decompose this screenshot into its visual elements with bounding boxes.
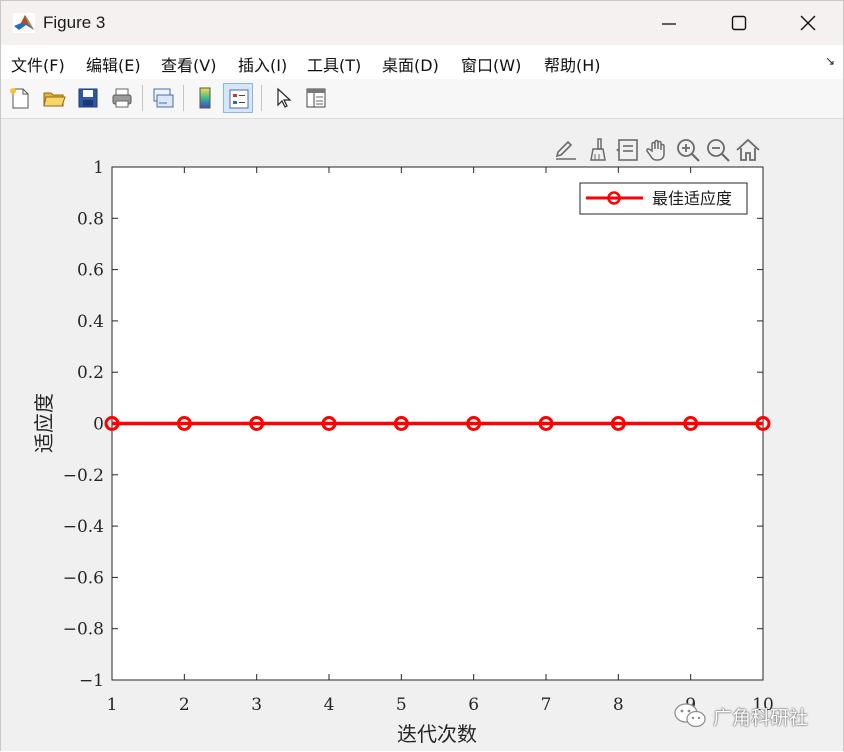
y-tick-label: −1 xyxy=(79,671,104,691)
x-tick-label: 8 xyxy=(613,695,624,715)
x-tick-label: 4 xyxy=(324,695,335,715)
y-axis-title: 适应度 xyxy=(32,393,56,453)
x-tick-label: 1 xyxy=(107,695,118,715)
figure-window: Figure 3 文件(F) 编辑(E) 查看(V) 插入(I) 工具(T) 桌… xyxy=(0,0,844,751)
legend-label: 最佳适应度 xyxy=(652,189,732,208)
x-tick-label: 2 xyxy=(179,695,190,715)
y-tick-label: 0.8 xyxy=(77,209,104,229)
x-tick-label: 6 xyxy=(468,695,479,715)
legend[interactable]: 最佳适应度 xyxy=(579,182,748,215)
x-axis-title: 迭代次数 xyxy=(397,722,477,746)
y-tick-label: 0.6 xyxy=(77,261,104,281)
y-tick-label: 0.2 xyxy=(77,363,104,383)
x-tick-label: 3 xyxy=(251,695,262,715)
y-tick-label: 1 xyxy=(93,158,104,178)
y-tick-label: −0.2 xyxy=(63,466,104,486)
watermark-text: 广角科研社 xyxy=(713,707,809,729)
wechat-logo-icon xyxy=(674,703,706,728)
x-tick-label: 5 xyxy=(396,695,407,715)
y-tick-label: 0.4 xyxy=(77,312,104,332)
x-tick-label: 7 xyxy=(541,695,552,715)
y-tick-label: −0.6 xyxy=(63,568,104,588)
y-tick-label: −0.4 xyxy=(63,517,104,537)
y-tick-label: −0.8 xyxy=(63,620,104,640)
y-tick-label: 0 xyxy=(93,415,104,435)
line-chart: 1 0.8 0.6 0.4 0.2 0 −0.2 −0.4 −0.6 −0.8 −1 1 2 3 4 5 6 7… xyxy=(32,158,774,746)
